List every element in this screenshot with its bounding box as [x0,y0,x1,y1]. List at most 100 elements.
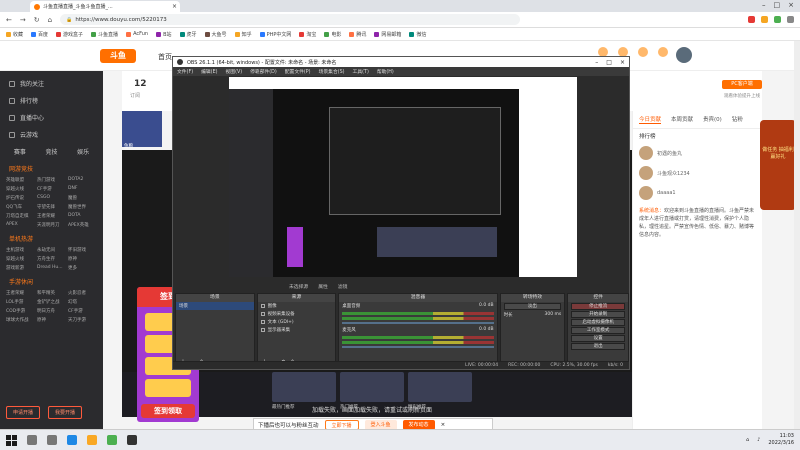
bookmark-item[interactable]: 知乎 [234,31,252,38]
apply-stream-button[interactable]: 申请开播 [6,406,41,419]
streamer-thumbnail[interactable] [122,111,162,147]
sidebar-category-link[interactable]: CF手游 [37,186,66,192]
recommend-card[interactable]: 精彩推荐 [408,372,472,410]
volume-icon[interactable]: ♪ [757,437,760,443]
search-icon[interactable] [27,435,37,445]
sidebar-category-link[interactable]: 穿越火线 [6,186,35,192]
sidebar-category-link[interactable]: CSGO [37,195,66,201]
duration-input[interactable]: 300 ms [545,312,562,318]
sidebar-category-link[interactable]: DOTA [68,213,97,219]
start-stream-button[interactable]: 我要开播 [48,406,83,419]
sidebar-category-link[interactable]: 热门游戏 [37,177,66,183]
obs-preview[interactable] [229,77,577,277]
maximize-icon[interactable]: □ [774,1,781,9]
taskview-icon[interactable] [47,435,57,445]
extension-icon[interactable] [774,16,781,23]
sidebar-category-link[interactable]: 原神 [37,317,66,323]
sidebar-category-link[interactable]: 穿越火线 [6,256,35,262]
close-window-icon[interactable]: × [620,59,625,66]
forward-icon[interactable]: → [20,16,26,24]
scene-item[interactable]: 场景 [176,302,254,310]
bookmark-item[interactable]: 淘宝 [299,31,316,38]
obs-menu-item[interactable]: 场景集合(S) [319,68,345,75]
volume-slider[interactable] [342,346,494,348]
bookmark-item[interactable]: 腾讯 [349,31,366,38]
bookmark-item[interactable]: 斗鱼直播 [91,31,118,38]
download-icon[interactable] [658,47,668,57]
properties-button[interactable]: 属性 [318,283,328,290]
sidebar-category-link[interactable]: Dread Hu... [37,265,66,271]
obs-menu-item[interactable]: 配置文件(P) [285,68,311,75]
obs-menu-item[interactable]: 视图(V) [225,68,242,75]
source-item[interactable]: 文本 (GDI+) [258,318,336,326]
obs-menu-item[interactable]: 工具(T) [353,68,369,75]
url-input[interactable]: 🔒 https://www.douyu.com/5220173 [60,14,521,25]
bookmark-item[interactable]: 虎牙 [179,31,197,38]
sidebar-category-link[interactable]: 原神 [68,256,97,262]
douyu-logo[interactable]: 斗鱼 [100,49,136,63]
obs-icon[interactable] [127,435,137,445]
rank-row[interactable]: 初遇的鱼丸 [633,143,762,163]
sidebar-category-link[interactable]: 怀旧游戏 [68,247,97,253]
home-icon[interactable]: ⌂ [48,16,52,24]
sidebar-category-link[interactable]: 守望先锋 [37,204,66,210]
bookmark-item[interactable]: 微信 [409,31,426,38]
network-icon[interactable]: ⌂ [746,437,749,443]
sidebar-category-link[interactable]: 王者荣耀 [37,213,66,219]
volume-slider[interactable] [342,322,494,324]
pc-client-button[interactable]: PC客户端 [722,80,762,89]
clock[interactable]: 11:03 2022/3/16 [768,433,794,446]
history-icon[interactable] [638,47,648,57]
minimize-icon[interactable]: – [595,59,598,66]
obs-menu-item[interactable]: 文件(F) [177,68,193,75]
recommend-card[interactable]: 最热门推荐 [272,372,336,410]
source-item[interactable]: 视频采集设备 [258,310,336,318]
sidebar-category-link[interactable]: 魔兽世界 [68,204,97,210]
close-icon[interactable]: × [441,422,446,428]
bookmark-item[interactable]: 电影 [324,31,341,38]
bookmark-item[interactable]: B站 [156,31,172,38]
stop-streaming-button[interactable]: 停止推流 [571,303,625,310]
sidebar-category-link[interactable]: 英雄联盟 [6,177,35,183]
sidebar-category-link[interactable]: 和平精英 [37,290,66,296]
sidebar-item-follow[interactable]: 我的关注 [0,75,103,92]
reload-icon[interactable]: ↻ [34,16,40,24]
edge-icon[interactable] [67,435,77,445]
explorer-icon[interactable] [87,435,97,445]
sidebar-category-link[interactable]: 游戏新游 [6,265,35,271]
sidebar-category-link[interactable]: 天涯明月刀 [37,222,66,228]
sidebar-cat-competitive[interactable]: 竞技 [45,147,57,156]
exit-button[interactable]: 退出 [571,343,625,350]
bookmark-item[interactable]: 百度 [31,31,48,38]
sidebar-category-link[interactable]: APEX英雄 [68,222,97,228]
tab-diamond[interactable]: 钻粉 [732,115,743,124]
page-scrollbar[interactable] [794,41,800,429]
bookmark-item[interactable]: 收藏 [6,31,23,38]
obs-menu-item[interactable]: 停靠部件(D) [250,68,277,75]
sidebar-cat-entertainment[interactable]: 娱乐 [77,147,89,156]
sidebar-category-link[interactable]: CF手游 [68,308,97,314]
source-item[interactable]: 图像 [258,302,336,310]
sidebar-category-link[interactable]: 王者荣耀 [6,290,35,296]
transition-select[interactable]: 淡出 [503,303,562,310]
sidebar-category-link[interactable]: 幻塔 [68,299,97,305]
sidebar-category-link[interactable]: 永劫无间 [37,247,66,253]
sidebar-category-link[interactable]: 更多 [68,265,97,271]
extension-icon[interactable] [748,16,755,23]
avatar[interactable] [676,47,692,63]
sidebar-category-link[interactable]: DOTA2 [68,177,97,183]
rank-row[interactable]: daaaa1 [633,183,762,203]
maximize-icon[interactable]: □ [606,59,612,66]
obs-menu-item[interactable]: 帮助(H) [377,68,394,75]
bookmark-item[interactable]: PHP中文网 [259,31,291,38]
obs-menu-item[interactable]: 编辑(E) [201,68,217,75]
rank-row[interactable]: 斗鱼观众1234 [633,163,762,183]
sidebar-category-link[interactable]: 明日方舟 [37,308,66,314]
sidebar-category-link[interactable]: DNF [68,186,97,192]
sidebar-category-link[interactable]: 主机游戏 [6,247,35,253]
start-recording-button[interactable]: 开始录制 [571,311,625,318]
sidebar-item-live-center[interactable]: 直播中心 [0,109,103,126]
tab-vip[interactable]: 贵宾(0) [703,115,722,124]
sidebar-category-link[interactable]: 金铲铲之战 [37,299,66,305]
studio-mode-button[interactable]: 工作室模式 [571,327,625,334]
